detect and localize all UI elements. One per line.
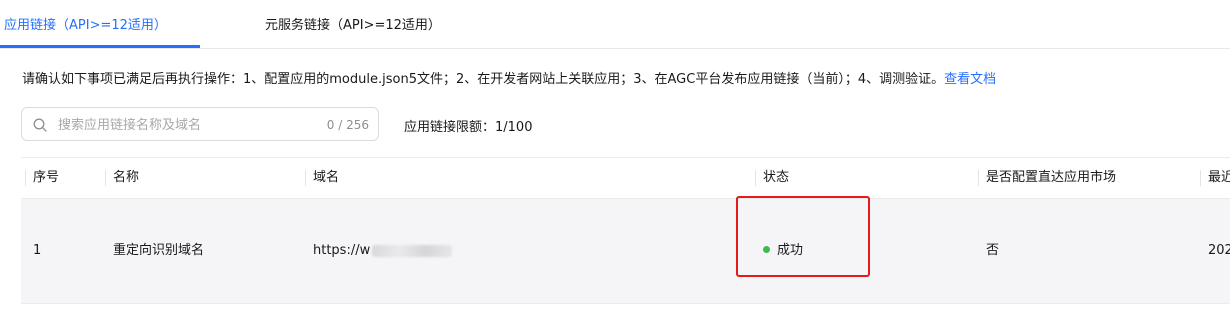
- view-docs-link[interactable]: 查看文档: [944, 72, 996, 87]
- tab-bar: 应用链接（API>=12适用） 元服务链接（API>=12适用）: [0, 0, 1230, 49]
- column-divider: [25, 170, 26, 186]
- table-header: 序号 名称 域名 状态 是否配置直达应用市场 最近: [21, 157, 1230, 199]
- column-header-domain: 域名: [305, 158, 340, 198]
- column-header-recent: 最近: [1200, 158, 1230, 198]
- column-divider: [105, 170, 106, 186]
- search-box[interactable]: 0 / 256: [21, 107, 379, 141]
- column-header-label: 名称: [113, 170, 140, 185]
- column-divider: [1200, 170, 1201, 186]
- table-row[interactable]: 1 重定向识别域名 https://w 成功 否 202: [21, 199, 1230, 304]
- column-header-label: 是否配置直达应用市场: [986, 170, 1117, 185]
- notice-text: 请确认如下事项已满足后再执行操作：1、配置应用的module.json5文件；2…: [22, 72, 945, 87]
- domain-text: https://w: [313, 243, 371, 258]
- column-header-name: 名称: [105, 158, 140, 198]
- column-header-appmarket: 是否配置直达应用市场: [978, 158, 1117, 198]
- search-icon: [33, 118, 47, 132]
- column-header-status: 状态: [755, 158, 790, 198]
- column-header-label: 序号: [33, 170, 60, 185]
- column-divider: [755, 170, 756, 186]
- cell-index: 1: [33, 243, 42, 258]
- column-header-label: 最近: [1208, 170, 1230, 185]
- search-char-counter: 0 / 256: [326, 118, 369, 132]
- app-links-table: 序号 名称 域名 状态 是否配置直达应用市场 最近 1 重定向识别域名 http…: [21, 157, 1230, 304]
- status-highlight-box: [736, 196, 870, 277]
- active-tab-indicator: [0, 45, 200, 48]
- table-body: 1 重定向识别域名 https://w 成功 否 202: [21, 199, 1230, 304]
- cell-name: 重定向识别域名: [113, 243, 205, 258]
- cell-recent: 202: [1208, 243, 1230, 258]
- cell-domain: https://w: [313, 199, 453, 303]
- cell-appmarket: 否: [986, 243, 1000, 258]
- notice-bar: 请确认如下事项已满足后再执行操作：1、配置应用的module.json5文件；2…: [22, 68, 996, 87]
- redacted-domain: [372, 244, 453, 257]
- column-divider: [978, 170, 979, 186]
- tab-atomic-service-links[interactable]: 元服务链接（API>=12适用）: [265, 14, 441, 33]
- tab-app-links[interactable]: 应用链接（API>=12适用）: [4, 14, 167, 33]
- column-header-label: 状态: [763, 170, 790, 185]
- search-input[interactable]: [56, 114, 330, 136]
- column-header-label: 域名: [313, 170, 340, 185]
- link-quota: 应用链接限额：1/100: [404, 120, 533, 135]
- column-header-index: 序号: [25, 158, 60, 198]
- column-divider: [305, 170, 306, 186]
